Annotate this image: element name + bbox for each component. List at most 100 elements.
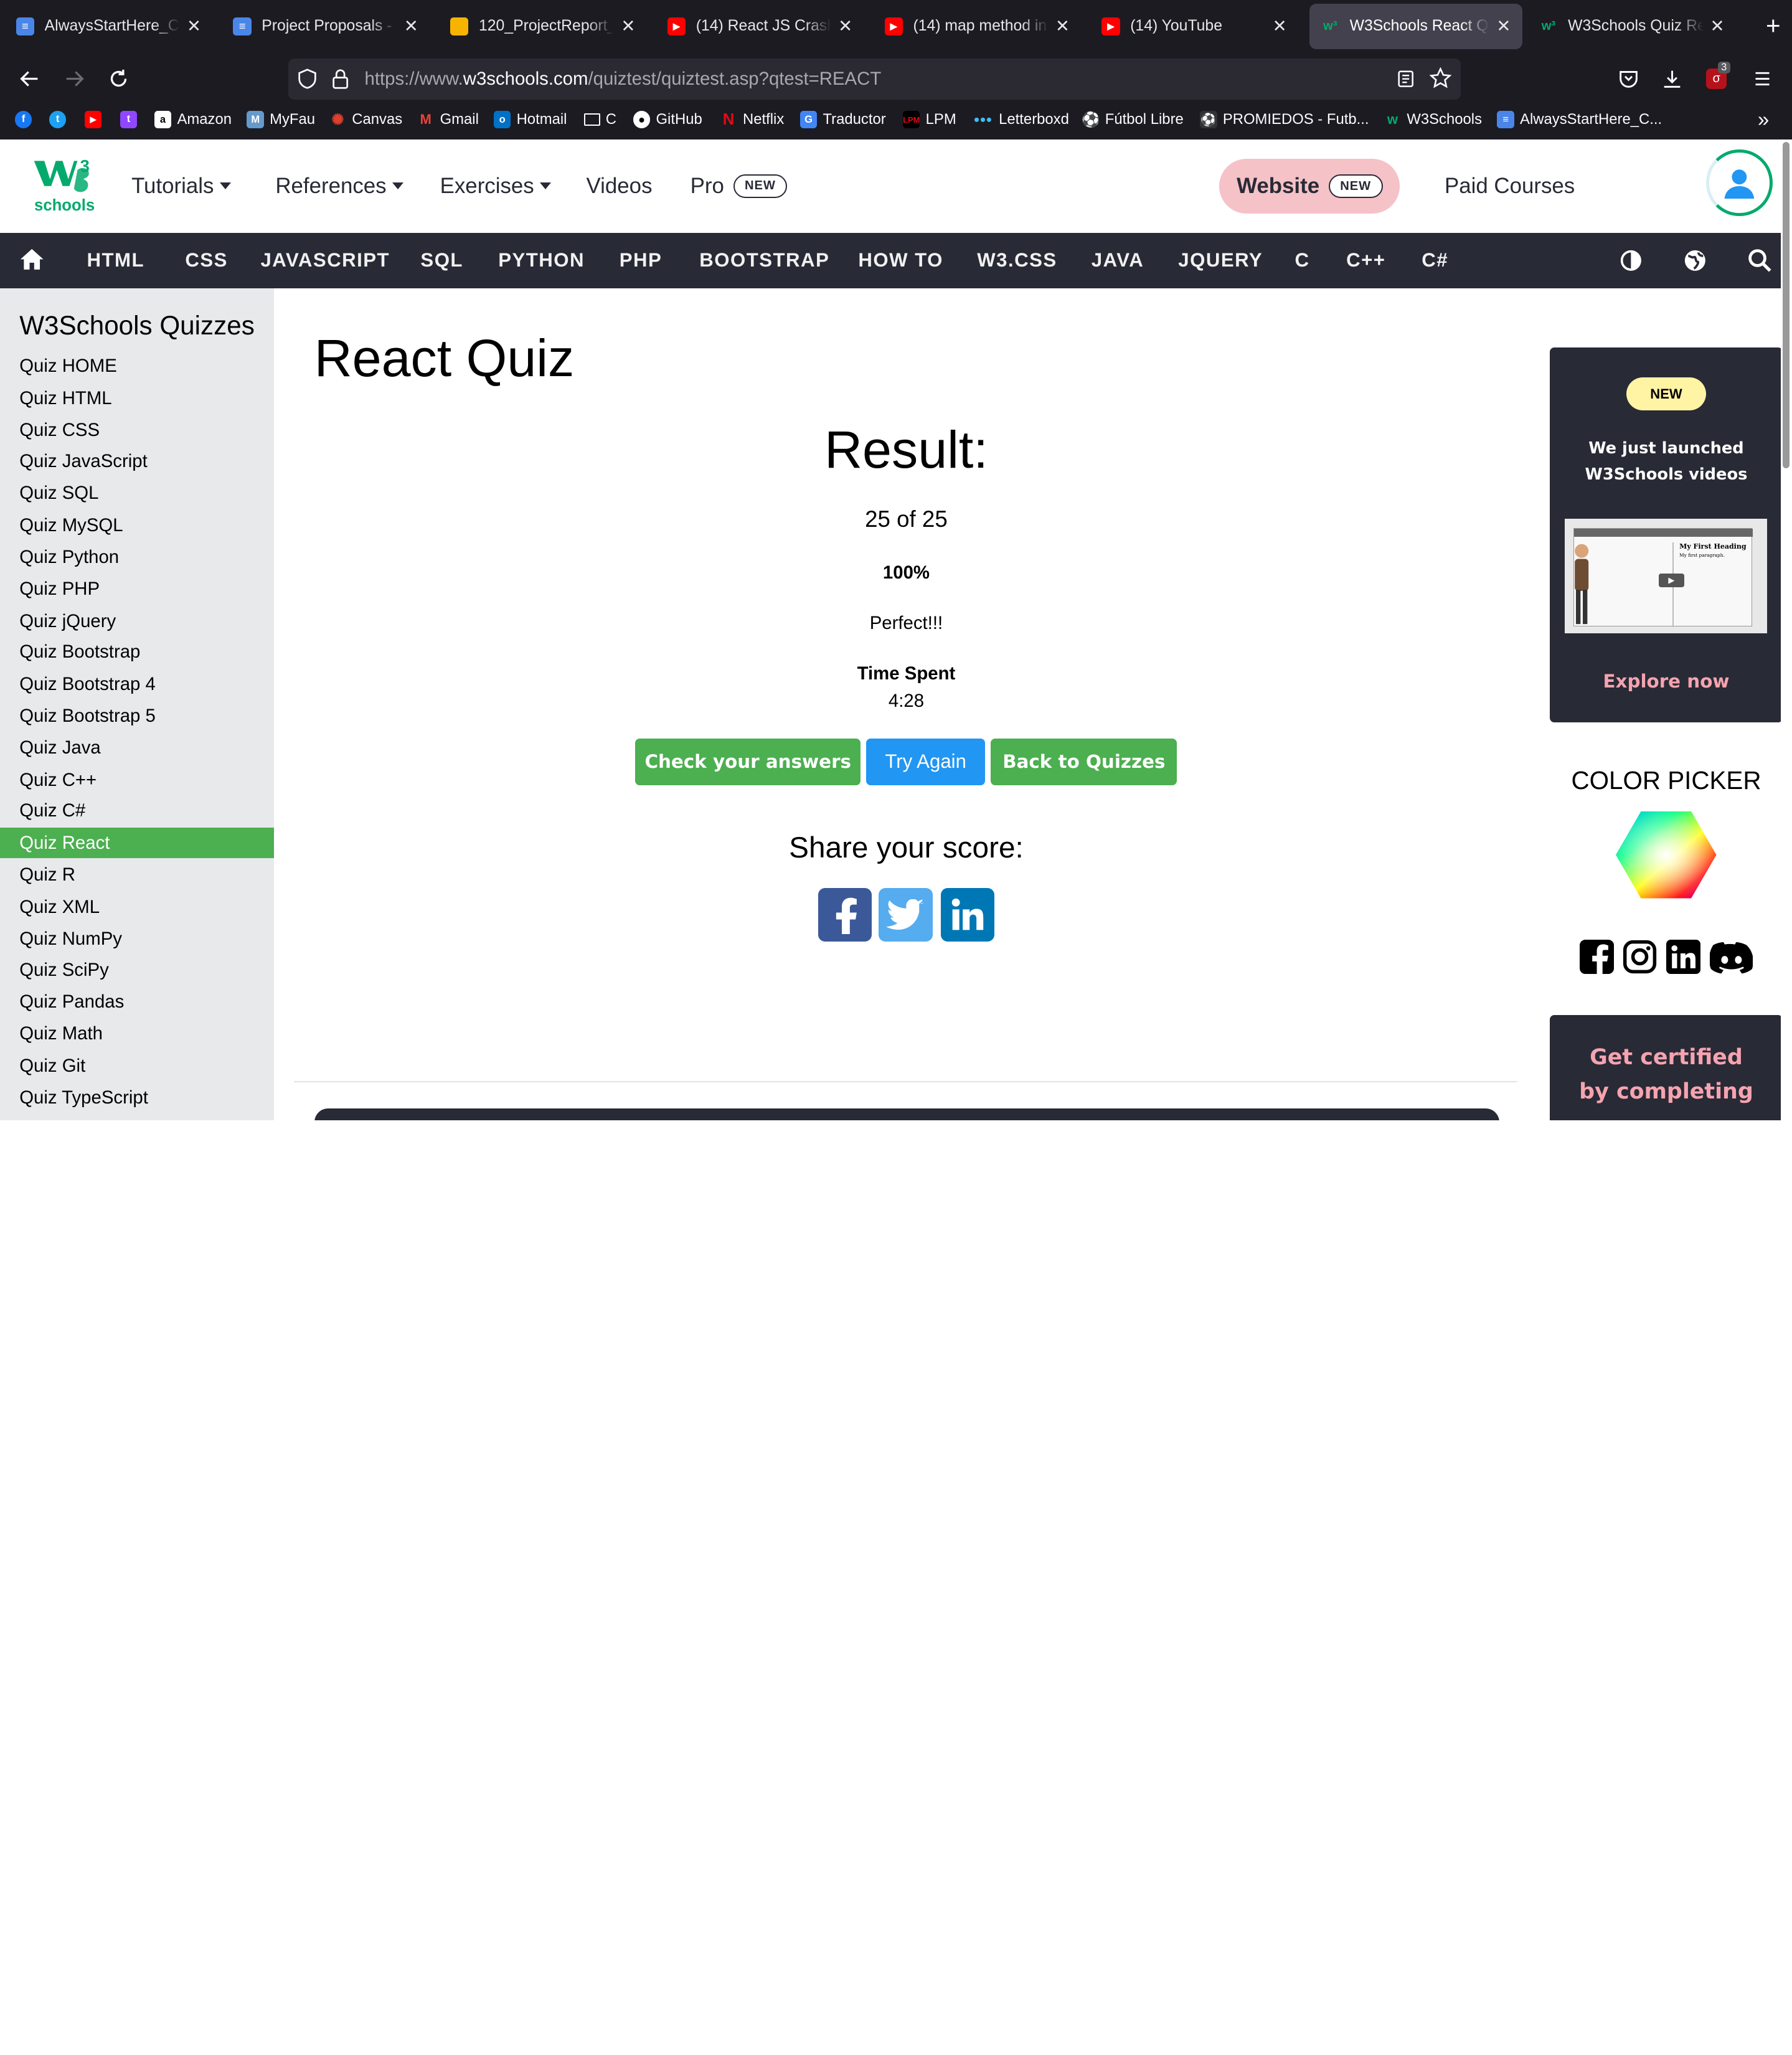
subnav-python[interactable]: PYTHON <box>498 249 585 272</box>
tab-7-active[interactable]: w³ W3Schools React Quiz ✕ <box>1309 3 1522 49</box>
bookmark-lpm[interactable]: LPM LPM <box>902 111 956 128</box>
shield-icon[interactable] <box>297 68 318 94</box>
new-tab-icon[interactable]: + <box>1766 11 1781 40</box>
bookmark-canvas[interactable]: ✺ Canvas <box>329 111 402 128</box>
subnav-howto[interactable]: HOW TO <box>858 249 943 272</box>
subnav-cpp[interactable]: C++ <box>1346 249 1385 272</box>
sidebar-item-xml[interactable]: Quiz XML <box>0 892 274 923</box>
close-icon[interactable]: ✕ <box>1710 16 1725 36</box>
sidebar-item-mysql[interactable]: Quiz MySQL <box>0 510 274 541</box>
sidebar-item-css[interactable]: Quiz CSS <box>0 415 274 446</box>
subnav-java[interactable]: JAVA <box>1092 249 1144 272</box>
home-icon[interactable] <box>19 248 44 276</box>
tab-5[interactable]: ▶ (14) map method in jav ✕ <box>873 4 1081 49</box>
bookmark-letterboxd[interactable]: ●●● Letterboxd <box>973 111 1068 128</box>
color-picker-hexagon-icon[interactable] <box>1616 811 1717 899</box>
subnav-html[interactable]: HTML <box>87 249 144 272</box>
sidebar-item-python[interactable]: Quiz Python <box>0 542 274 573</box>
sidebar-item-r[interactable]: Quiz R <box>0 859 274 890</box>
tab-1[interactable]: ≡ AlwaysStartHere_COT ✕ <box>4 4 212 49</box>
forward-icon[interactable] <box>57 62 92 96</box>
share-linkedin-icon[interactable] <box>940 888 994 942</box>
sidebar-item-jquery[interactable]: Quiz jQuery <box>0 606 274 637</box>
bookmark-promiedos[interactable]: ⚽ PROMIEDOS - Futb... <box>1200 111 1369 128</box>
sidebar-item-bootstrap4[interactable]: Quiz Bootstrap 4 <box>0 669 274 700</box>
reload-icon[interactable] <box>101 62 136 96</box>
facebook-icon[interactable] <box>1579 939 1614 979</box>
subnav-csharp[interactable]: C# <box>1422 249 1448 272</box>
close-icon[interactable]: ✕ <box>1496 16 1511 36</box>
nav-exercises[interactable]: Exercises <box>440 174 551 199</box>
explore-now-link[interactable]: Explore now <box>1550 671 1783 692</box>
user-avatar[interactable] <box>1706 149 1773 216</box>
scrollbar-thumb[interactable] <box>1783 141 1790 469</box>
bookmarks-overflow-icon[interactable]: » <box>1758 108 1769 131</box>
discord-icon[interactable] <box>1709 942 1753 978</box>
search-icon[interactable] <box>1747 248 1772 278</box>
sidebar-item-math[interactable]: Quiz Math <box>0 1018 274 1049</box>
sidebar-item-php[interactable]: Quiz PHP <box>0 574 274 605</box>
tab-4[interactable]: ▶ (14) React JS Crash Co ✕ <box>656 4 864 49</box>
linkedin-icon[interactable] <box>1666 939 1701 979</box>
sidebar-item-java[interactable]: Quiz Java <box>0 732 274 763</box>
sidebar-item-cpp[interactable]: Quiz C++ <box>0 765 274 796</box>
sidebar-item-react[interactable]: Quiz React <box>0 827 275 859</box>
share-facebook-icon[interactable] <box>818 888 872 942</box>
bookmark-twitch[interactable]: t <box>120 111 143 128</box>
lock-icon[interactable] <box>331 68 349 94</box>
sidebar-item-pandas[interactable]: Quiz Pandas <box>0 986 274 1018</box>
sidebar-item-csharp[interactable]: Quiz C# <box>0 795 274 826</box>
bookmark-github[interactable]: ● GitHub <box>633 111 702 128</box>
subnav-javascript[interactable]: JAVASCRIPT <box>260 249 390 272</box>
bookmark-futbol-libre[interactable]: ⚽ Fútbol Libre <box>1082 111 1184 128</box>
nav-pro[interactable]: Pro NEW <box>691 174 788 199</box>
tab-2[interactable]: ≡ Project Proposals - Go ✕ <box>222 4 430 49</box>
sidebar-item-bootstrap5[interactable]: Quiz Bootstrap 5 <box>0 701 274 732</box>
tab-6[interactable]: ▶ (14) YouTube ✕ <box>1090 4 1298 49</box>
try-again-button[interactable]: Try Again <box>866 738 986 785</box>
globe-icon[interactable] <box>1684 249 1707 277</box>
subnav-w3css[interactable]: W3.CSS <box>977 249 1057 272</box>
bookmark-traductor[interactable]: G Traductor <box>799 111 886 128</box>
nav-references[interactable]: References <box>275 174 403 199</box>
url-bar[interactable]: https://www.w3schools.com/quiztest/quizt… <box>288 58 1461 100</box>
close-icon[interactable]: ✕ <box>838 16 852 36</box>
tab-3[interactable]: 120_ProjectReport_Un ✕ <box>439 4 647 49</box>
page-scrollbar[interactable] <box>1780 139 1792 1120</box>
sidebar-item-typescript[interactable]: Quiz TypeScript <box>0 1082 274 1113</box>
sidebar-item-numpy[interactable]: Quiz NumPy <box>0 924 274 955</box>
sidebar-item-javascript[interactable]: Quiz JavaScript <box>0 446 274 477</box>
bookmark-twitter[interactable]: t <box>49 111 72 128</box>
subnav-bootstrap[interactable]: BOOTSTRAP <box>699 249 829 272</box>
downloads-icon[interactable] <box>1655 62 1689 96</box>
subnav-php[interactable]: PHP <box>620 249 663 272</box>
dark-mode-icon[interactable] <box>1620 249 1643 277</box>
subnav-css[interactable]: CSS <box>185 249 228 272</box>
bookmark-youtube[interactable]: ▶ <box>84 111 108 128</box>
close-icon[interactable]: ✕ <box>187 16 201 36</box>
extension-icon[interactable]: σ 3 <box>1699 62 1733 96</box>
website-button[interactable]: Website NEW <box>1219 159 1400 214</box>
bookmark-netflix[interactable]: N Netflix <box>720 111 785 128</box>
close-icon[interactable]: ✕ <box>1273 16 1287 36</box>
nav-paid-courses[interactable]: Paid Courses <box>1445 174 1575 199</box>
subnav-sql[interactable]: SQL <box>420 249 463 272</box>
sidebar-item-git[interactable]: Quiz Git <box>0 1051 274 1082</box>
back-icon[interactable] <box>12 62 47 96</box>
video-thumbnail[interactable]: My First Heading My first paragraph. ▶ <box>1564 519 1767 633</box>
close-icon[interactable]: ✕ <box>404 16 418 36</box>
tab-8[interactable]: w³ W3Schools Quiz Resul ✕ <box>1528 4 1736 49</box>
close-icon[interactable]: ✕ <box>1055 16 1070 36</box>
reader-view-icon[interactable] <box>1397 70 1415 93</box>
nav-videos[interactable]: Videos <box>587 174 653 199</box>
subnav-jquery[interactable]: JQUERY <box>1178 249 1263 272</box>
pocket-icon[interactable] <box>1611 62 1646 96</box>
subnav-c[interactable]: C <box>1295 249 1310 272</box>
check-answers-button[interactable]: Check your answers <box>635 738 861 785</box>
w3schools-logo[interactable]: 3 schools <box>32 156 96 218</box>
bookmark-hotmail[interactable]: o Hotmail <box>493 111 567 128</box>
nav-tutorials[interactable]: Tutorials <box>131 174 231 199</box>
bookmark-w3schools[interactable]: w W3Schools <box>1384 111 1482 128</box>
bookmark-myfau[interactable]: M MyFau <box>247 111 315 128</box>
sidebar-item-sql[interactable]: Quiz SQL <box>0 478 274 509</box>
